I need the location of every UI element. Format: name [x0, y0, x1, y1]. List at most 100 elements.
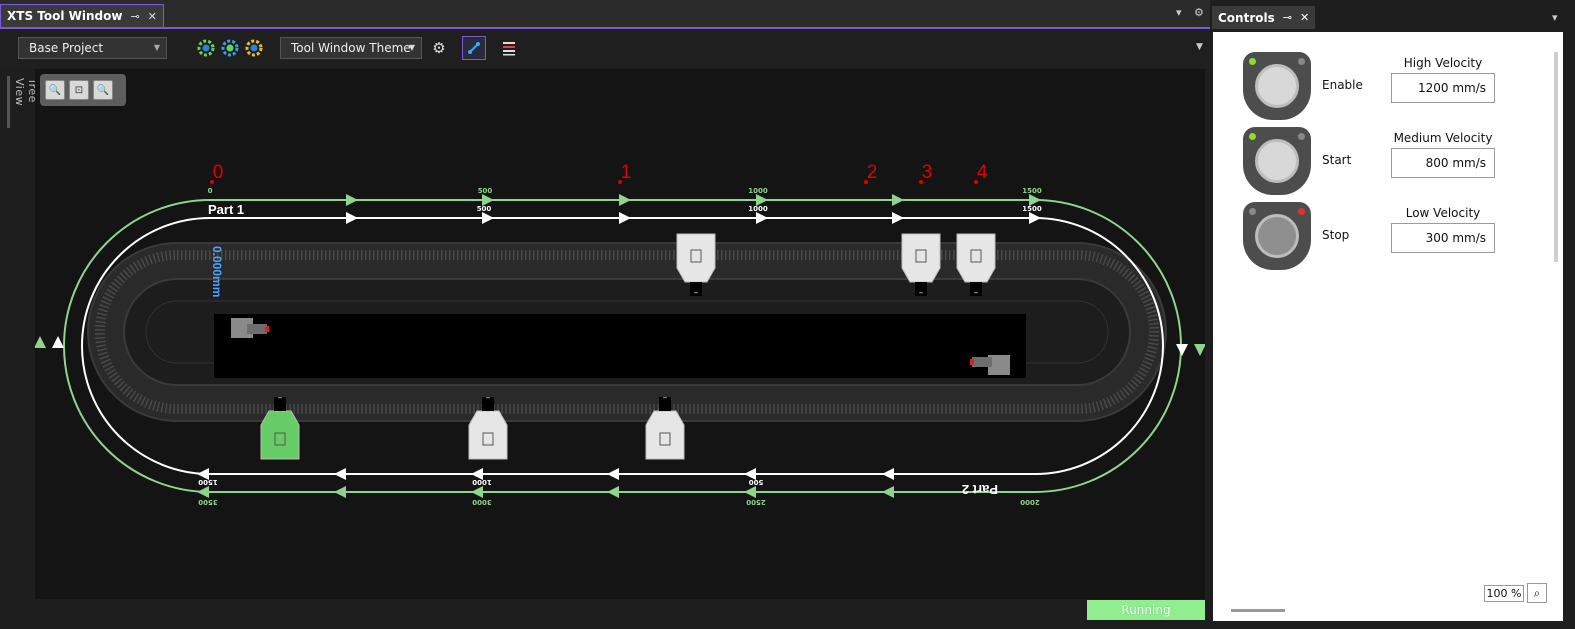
overflow-arrow-icon[interactable]: ▼ [1196, 42, 1203, 52]
window-gear-icon[interactable]: ⚙ [1194, 6, 1204, 19]
tab-controls[interactable]: Controls ⊸ ✕ [1212, 6, 1316, 29]
connect-icon[interactable] [462, 36, 486, 60]
direction-arrow [1176, 344, 1188, 356]
push-button[interactable] [1243, 127, 1311, 195]
controls-tab-title: Controls [1218, 10, 1275, 25]
position-marker-dot [618, 180, 622, 184]
velocity-input[interactable]: 300 mm/s [1391, 223, 1495, 253]
direction-arrow [756, 212, 768, 224]
zoom-toolbar: 🔍 ⊡ 🔍 [40, 74, 126, 106]
zoom-fit-icon[interactable]: ⊡ [69, 80, 89, 100]
project-select-value: Base Project [29, 41, 104, 55]
position-marker-dot [974, 180, 978, 184]
zoom-level[interactable]: 100 % [1484, 585, 1524, 602]
direction-arrow [34, 336, 46, 348]
controls-tab-bar: Controls ⊸ ✕ ▾ [1212, 6, 1575, 29]
direction-arrow [346, 212, 358, 224]
dropdown-arrow-icon[interactable]: ▾ [1176, 6, 1182, 19]
top-inner-tick-label: 1500 [1022, 205, 1042, 213]
dropdown-arrow-icon[interactable]: ▾ [1552, 11, 1558, 24]
position-marker-label: 1 [621, 162, 632, 183]
position-markers: 0 1 2 3 4 [210, 162, 988, 184]
control-row: Enable High Velocity 1200 mm/s [1213, 52, 1543, 126]
chevron-down-icon: ▼ [408, 43, 415, 52]
track-center-panel [214, 314, 1026, 378]
direction-arrow [619, 212, 631, 224]
chevron-down-icon: ▼ [153, 43, 160, 52]
horizontal-scrollbar[interactable] [1231, 609, 1285, 612]
xts-tool-window: XTS Tool Window ⊸ ✕ ▾ ⚙ Base Project ▼ T… [0, 0, 1210, 629]
button-label: Start [1322, 153, 1352, 167]
bottom-inner-tick-label: 500 [749, 478, 764, 486]
push-button[interactable] [1243, 52, 1311, 120]
velocity-title: Low Velocity [1405, 206, 1481, 220]
part2-label: Part 2 [962, 482, 998, 497]
direction-arrow [882, 486, 894, 498]
top-inner-tick-label: 1000 [748, 205, 768, 213]
direction-arrow [744, 486, 756, 498]
direction-arrow [482, 212, 494, 224]
close-icon[interactable]: ✕ [148, 10, 157, 23]
direction-arrow [892, 194, 904, 206]
position-marker-dot [919, 180, 923, 184]
pin-icon[interactable]: ⊸ [1283, 11, 1292, 24]
position-marker-label: 4 [977, 162, 988, 183]
zoom-reset-icon[interactable]: ⌕ [1527, 583, 1547, 603]
track-canvas[interactable]: 0 1 2 3 4 0 500 1000 1500 500 1000 1500 1500 1000 500… [34, 69, 1206, 599]
push-button[interactable] [1243, 202, 1311, 270]
button-label: Stop [1322, 228, 1350, 242]
tab-xts-tool-window[interactable]: XTS Tool Window ⊸ ✕ [0, 4, 164, 27]
led-indicator [1298, 133, 1305, 140]
top-inner-tick-label: 500 [477, 205, 492, 213]
xts-track-diagram: 0 1 2 3 4 0 500 1000 1500 500 1000 1500 1500 1000 500… [34, 162, 1206, 506]
toolbar: Base Project ▼ Tool Window Theme ▼ ⚙ ▼ [0, 29, 1210, 67]
bottom-outer-tick-label: 2000 [1020, 498, 1040, 506]
position-marker-dot [864, 180, 868, 184]
control-row: Start Medium Velocity 800 mm/s [1213, 127, 1543, 201]
direction-arrow [346, 194, 358, 206]
led-indicator [1249, 133, 1256, 140]
led-indicator [1298, 58, 1305, 65]
button-knob [1255, 214, 1299, 258]
direction-arrow [607, 486, 619, 498]
position-readout: 0.000mm [210, 246, 224, 297]
direction-arrow [1029, 212, 1041, 224]
zoom-in-icon[interactable]: 🔍 [45, 80, 65, 100]
bottom-outer-tick-label: 3500 [198, 498, 218, 506]
tab-title: XTS Tool Window [7, 9, 123, 23]
mover-dash: – [974, 288, 979, 298]
status-badge: Running [1087, 600, 1205, 620]
bottom-outer-tick-label: 2500 [746, 498, 766, 506]
yellow-gear-icon[interactable] [244, 38, 264, 58]
theme-select-value: Tool Window Theme [291, 41, 411, 55]
close-icon[interactable]: ✕ [1300, 11, 1309, 24]
button-knob [1255, 64, 1299, 108]
button-knob [1255, 139, 1299, 183]
direction-arrow [197, 486, 209, 498]
blue-gear-icon[interactable] [220, 38, 240, 58]
velocity-input[interactable]: 800 mm/s [1391, 148, 1495, 178]
led-indicator [1298, 208, 1305, 215]
direction-arrow [892, 212, 904, 224]
led-indicator [1249, 58, 1256, 65]
theme-select[interactable]: Tool Window Theme ▼ [280, 37, 422, 59]
green-gear-icon[interactable] [196, 38, 216, 58]
led-indicator [1249, 208, 1256, 215]
controls-panel: Enable High Velocity 1200 mm/s Start Med… [1213, 32, 1563, 621]
part1-label: Part 1 [208, 202, 244, 217]
settings-gear-icon[interactable]: ⚙ [428, 37, 450, 59]
vertical-scrollbar[interactable] [1551, 36, 1561, 266]
top-outer-tick-label: 1000 [748, 187, 768, 195]
mover-dash: – [694, 288, 699, 298]
mover-dash: – [278, 393, 283, 403]
direction-arrow [607, 468, 619, 480]
pin-icon[interactable]: ⊸ [130, 10, 139, 23]
tree-view-tab[interactable]: Tree View [7, 76, 39, 132]
zoom-out-icon[interactable]: 🔍 [93, 80, 113, 100]
bottom-outer-tick-label: 3000 [472, 498, 492, 506]
bottom-inner-tick-label: 1000 [472, 478, 492, 486]
bottom-inner-tick-label: 1500 [198, 478, 218, 486]
project-select[interactable]: Base Project ▼ [18, 37, 167, 59]
list-icon[interactable] [498, 37, 520, 59]
velocity-input[interactable]: 1200 mm/s [1391, 73, 1495, 103]
